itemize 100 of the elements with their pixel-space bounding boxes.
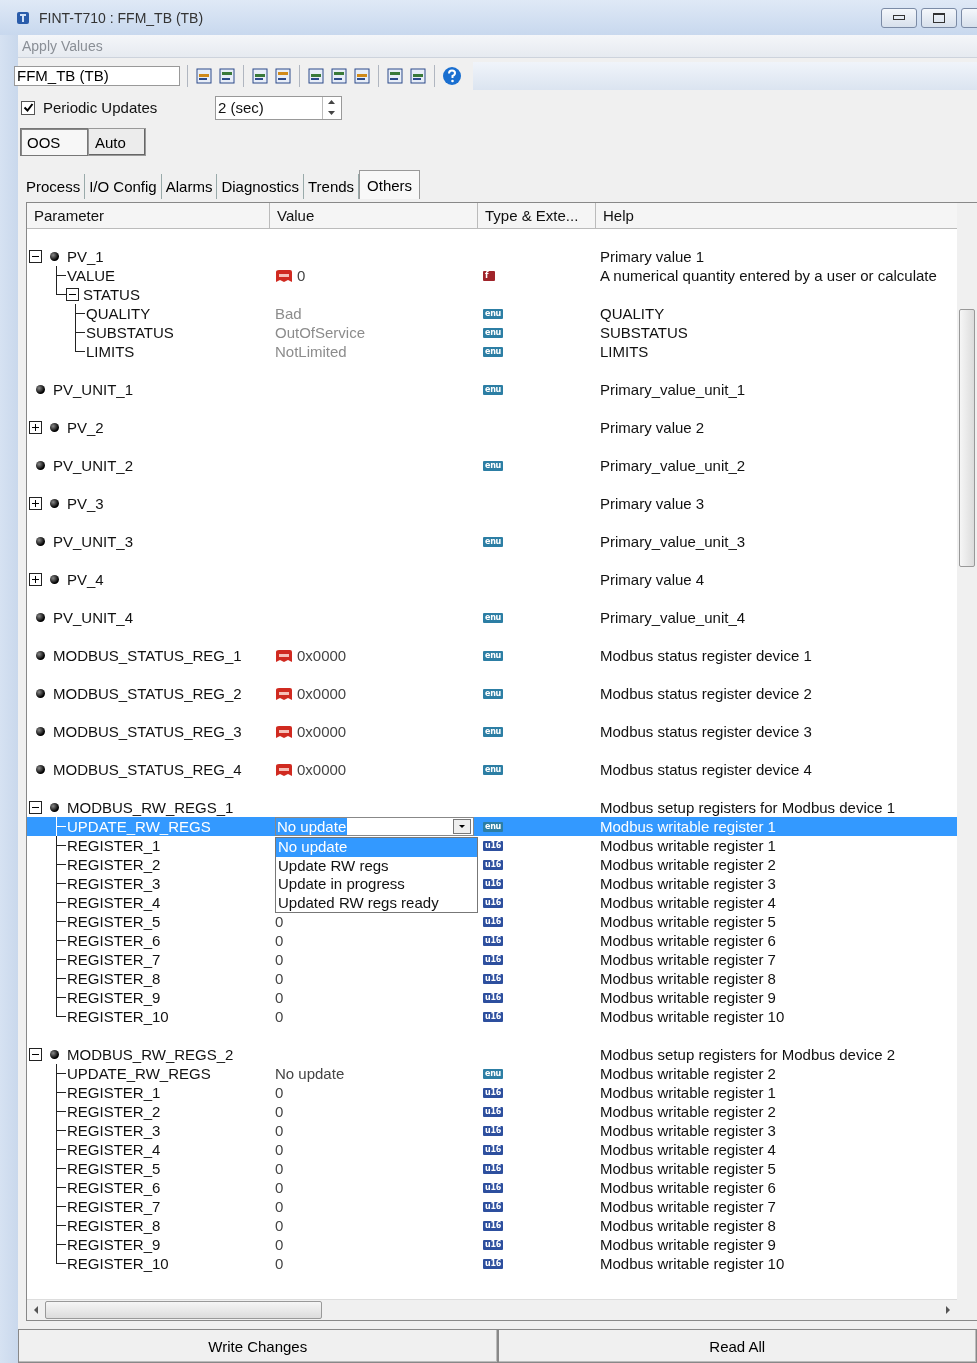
table-row[interactable]: REGISTER_8 0 u16 Modbus writable register 8 xyxy=(27,1216,957,1236)
table-row[interactable]: REGISTER_5 0 u16 Modbus writable register 5 xyxy=(27,1159,957,1179)
type-badge: enu xyxy=(483,821,503,832)
help-text: Modbus writable register 4 xyxy=(600,894,776,912)
tree-toggle[interactable] xyxy=(29,250,42,264)
help-text: Modbus status register device 4 xyxy=(600,761,812,779)
type-badge: enu xyxy=(483,536,503,547)
table-row[interactable]: MODBUS_STATUS_REG_2 0x0000 enu Modbus status register device 2 xyxy=(27,684,957,704)
parameter-value: 0x0000 xyxy=(297,761,347,779)
mode-button[interactable]: Auto xyxy=(88,128,146,157)
help-text: Modbus writable register 5 xyxy=(600,1160,776,1178)
table-row[interactable]: PV_UNIT_3 enu Primary_value_unit_3 xyxy=(27,532,957,552)
help-text: Primary_value_unit_4 xyxy=(600,609,746,627)
table-row[interactable]: REGISTER_5 0 u16 Modbus writable register 5 xyxy=(27,912,957,932)
table-row[interactable]: PV_UNIT_4 enu Primary_value_unit_4 xyxy=(27,608,957,628)
tab[interactable]: Process xyxy=(22,174,86,200)
right-arrow-icon[interactable] xyxy=(944,1305,952,1316)
table-row[interactable]: PV_4 Primary value 4 xyxy=(27,570,957,590)
table-row[interactable]: MODBUS_STATUS_REG_4 0x0000 enu Modbus status register device 4 xyxy=(27,760,957,780)
tab[interactable]: Diagnostics xyxy=(217,174,304,200)
help-icon[interactable] xyxy=(442,65,462,86)
table-row[interactable]: MODBUS_STATUS_REG_3 0x0000 enu Modbus status register device 3 xyxy=(27,722,957,742)
table-row[interactable]: REGISTER_10 0 u16 Modbus writable register 10 xyxy=(27,1007,957,1027)
table-row[interactable]: REGISTER_7 0 u16 Modbus writable register 7 xyxy=(27,1197,957,1217)
table-row[interactable]: REGISTER_9 0 u16 Modbus writable register 9 xyxy=(27,1235,957,1255)
mode-button[interactable]: OOS xyxy=(20,128,88,157)
table-row[interactable]: PV_3 Primary value 3 xyxy=(27,494,957,514)
table-row[interactable]: PV_UNIT_1 enu Primary_value_unit_1 xyxy=(27,380,957,400)
table-row[interactable]: MODBUS_RW_REGS_1 Modbus setup registers for Modbus device 1 xyxy=(27,798,957,818)
action-button[interactable]: Read All xyxy=(497,1329,977,1363)
type-badge: enu xyxy=(483,384,503,395)
action-button[interactable]: Write Changes xyxy=(18,1329,498,1363)
tree-toggle[interactable] xyxy=(29,801,42,815)
table-row[interactable]: REGISTER_10 0 u16 Modbus writable register 10 xyxy=(27,1254,957,1274)
help-text: QUALITY xyxy=(600,305,665,323)
type-badge: u16 xyxy=(483,1182,503,1193)
parameter-value: 0 xyxy=(275,1160,284,1178)
minimize-button[interactable] xyxy=(881,7,917,28)
type-badge: u16 xyxy=(483,973,503,984)
help-text: Modbus writable register 1 xyxy=(600,818,776,836)
help-text: A numerical quantity entered by a user or calculate xyxy=(600,267,937,285)
parameter-name: UPDATE_RW_REGS xyxy=(66,818,211,836)
interval-spinner[interactable]: 2 (sec) xyxy=(215,95,342,120)
table-row[interactable]: REGISTER_6 0 u16 Modbus writable register 6 xyxy=(27,1178,957,1198)
tab[interactable]: Others xyxy=(359,170,421,200)
checkbox[interactable] xyxy=(21,100,35,115)
table-row[interactable]: PV_UNIT_2 enu Primary_value_unit_2 xyxy=(27,456,957,476)
vertical-scrollbar[interactable] xyxy=(957,203,977,1321)
type-badge: u16 xyxy=(483,1239,503,1250)
tree-toggle[interactable] xyxy=(29,497,42,511)
bullet-icon xyxy=(36,613,45,623)
parameter-name: UPDATE_RW_REGS xyxy=(66,1065,211,1083)
left-arrow-icon[interactable] xyxy=(32,1305,40,1316)
help-text: Modbus writable register 3 xyxy=(600,875,776,893)
table-row[interactable]: REGISTER_8 0 u16 Modbus writable register 8 xyxy=(27,969,957,989)
table-row[interactable]: REGISTER_6 0 u16 Modbus writable register 6 xyxy=(27,931,957,951)
dropdown-option[interactable]: Updated RW regs ready xyxy=(276,893,477,913)
type-badge: u16 xyxy=(483,1125,503,1136)
column-header[interactable]: Parameter xyxy=(27,203,270,229)
type-badge: enu xyxy=(483,688,503,699)
table-row[interactable]: UPDATE_RW_REGS No update enu Modbus writable register 2 xyxy=(27,1064,957,1084)
table-row[interactable]: REGISTER_7 0 u16 Modbus writable register 7 xyxy=(27,950,957,970)
column-header[interactable]: Value xyxy=(270,203,478,229)
column-header[interactable]: Type & Exte... xyxy=(478,203,596,229)
table-row[interactable]: PV_2 Primary value 2 xyxy=(27,418,957,438)
parameter-value: 0 xyxy=(275,1198,284,1216)
parameter-name: REGISTER_10 xyxy=(66,1008,169,1026)
maximize-button[interactable] xyxy=(921,7,957,28)
dropdown-option[interactable]: Update in progress xyxy=(276,875,477,894)
type-badge: u16 xyxy=(483,935,503,946)
tab[interactable]: I/O Config xyxy=(85,174,162,200)
table-row[interactable]: STATUS xyxy=(27,285,957,305)
help-text: Modbus writable register 4 xyxy=(600,1141,776,1159)
parameter-name: MODBUS_STATUS_REG_2 xyxy=(52,685,242,703)
table-row[interactable]: REGISTER_3 0 u16 Modbus writable register 3 xyxy=(27,1121,957,1141)
tree-toggle[interactable] xyxy=(29,421,42,435)
horizontal-scrollbar[interactable] xyxy=(27,1299,957,1321)
bullet-icon xyxy=(50,423,59,433)
help-text: Modbus writable register 1 xyxy=(600,1084,776,1102)
table-row[interactable]: MODBUS_STATUS_REG_1 0x0000 enu Modbus status register device 1 xyxy=(27,646,957,666)
table-row[interactable]: PV_1 Primary value 1 xyxy=(27,247,957,267)
table-row[interactable]: REGISTER_4 0 u16 Modbus writable register 4 xyxy=(27,1140,957,1160)
dropdown-option[interactable]: Update RW regs xyxy=(276,856,477,876)
table-row[interactable]: MODBUS_RW_REGS_2 Modbus setup registers for Modbus device 2 xyxy=(27,1045,957,1065)
tree-toggle[interactable] xyxy=(29,1048,42,1062)
table-row[interactable]: REGISTER_2 0 u16 Modbus writable register 2 xyxy=(27,1102,957,1122)
parameter-value: 0x0000 xyxy=(297,723,347,741)
table-row[interactable]: REGISTER_9 0 u16 Modbus writable register 9 xyxy=(27,988,957,1008)
help-text: LIMITS xyxy=(600,343,649,361)
column-header[interactable]: Help xyxy=(596,203,957,229)
type-badge: u16 xyxy=(483,916,503,927)
table-row[interactable]: VALUE 0 f A numerical quantity entered by a user or calculate xyxy=(27,266,957,286)
block-field[interactable]: FFM_TB (TB) xyxy=(14,65,180,86)
help-text: Modbus writable register 6 xyxy=(600,1179,776,1197)
table-row[interactable]: REGISTER_1 0 u16 Modbus writable register 1 xyxy=(27,1083,957,1103)
tree-toggle[interactable] xyxy=(29,573,42,587)
tree-toggle[interactable] xyxy=(66,288,79,302)
help-text: Modbus writable register 8 xyxy=(600,1217,776,1235)
parameter-name: MODBUS_STATUS_REG_1 xyxy=(52,647,242,665)
tab[interactable]: Alarms xyxy=(161,174,218,200)
